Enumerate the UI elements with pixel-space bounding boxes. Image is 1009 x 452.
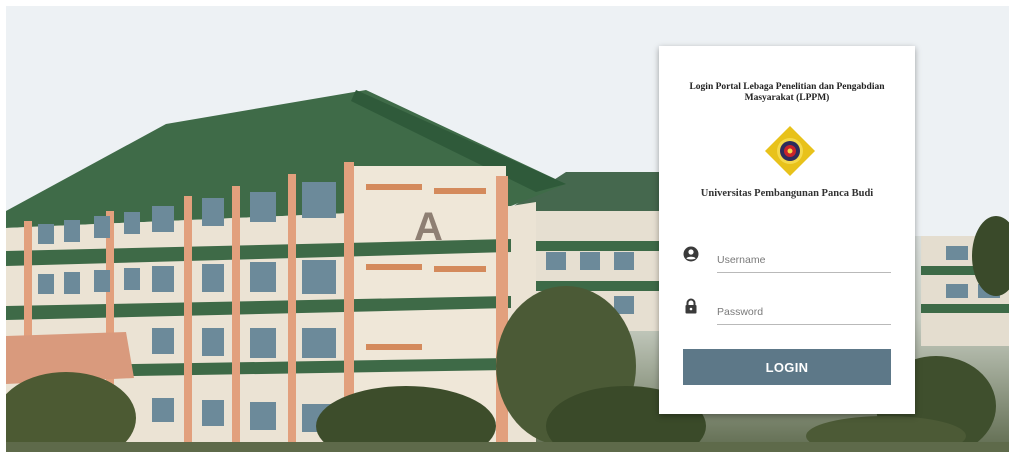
user-circle-icon xyxy=(683,246,699,262)
password-field xyxy=(681,294,891,325)
username-input[interactable] xyxy=(717,248,891,273)
login-card: Login Portal Lebaga Penelitian dan Penga… xyxy=(659,46,915,414)
password-input[interactable] xyxy=(717,300,891,325)
username-field xyxy=(681,242,891,273)
university-logo xyxy=(763,124,817,178)
login-portal-title: Login Portal Lebaga Penelitian dan Penga… xyxy=(689,82,885,103)
lock-icon xyxy=(683,298,699,314)
login-page: A Login Portal Lebaga Penelitian dan Pen… xyxy=(0,0,1009,452)
university-name: Universitas Pembangunan Panca Budi xyxy=(700,188,874,199)
login-button[interactable]: LOGIN xyxy=(683,349,891,385)
